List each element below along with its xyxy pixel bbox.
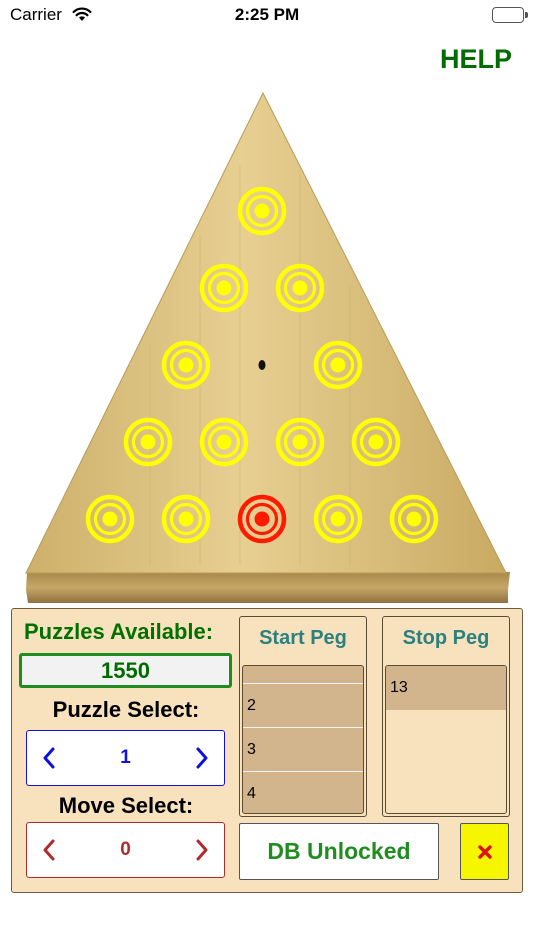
clear-button[interactable]	[460, 823, 509, 880]
target-peg[interactable]	[237, 494, 287, 544]
db-status-button[interactable]: DB Unlocked	[239, 823, 439, 880]
empty-hole[interactable]	[258, 360, 266, 370]
puzzle-select-stepper: 1	[26, 730, 225, 786]
board-base	[26, 572, 510, 603]
chevron-left-icon	[43, 747, 55, 769]
stop-peg-item[interactable]: 13	[386, 666, 506, 710]
peg[interactable]	[389, 494, 439, 544]
peg[interactable]	[123, 417, 173, 467]
status-bar: Carrier 2:25 PM	[0, 0, 534, 30]
peg[interactable]	[313, 340, 363, 390]
status-time: 2:25 PM	[234, 5, 300, 24]
peg[interactable]	[199, 263, 249, 313]
peg[interactable]	[275, 417, 325, 467]
peg[interactable]	[161, 340, 211, 390]
peg[interactable]	[237, 186, 287, 236]
start-peg-item[interactable]: 3	[243, 728, 363, 772]
stop-peg-title: Stop Peg	[402, 627, 490, 649]
puzzle-next-button[interactable]	[182, 731, 222, 785]
puzzle-prev-button[interactable]	[29, 731, 69, 785]
start-peg-column: Start Peg 2 3 4	[239, 616, 367, 817]
puzzle-select-value: 1	[120, 747, 131, 768]
stop-peg-column: Stop Peg 13	[382, 616, 510, 817]
peg[interactable]	[275, 263, 325, 313]
start-peg-item[interactable]: 4	[243, 772, 363, 813]
chevron-right-icon	[196, 839, 208, 861]
move-select-stepper: 0	[26, 822, 225, 878]
puzzle-select-label: Puzzle Select:	[52, 697, 200, 722]
start-peg-item[interactable]: 2	[243, 684, 363, 728]
start-peg-list[interactable]: 2 3 4	[242, 665, 364, 814]
peg[interactable]	[351, 417, 401, 467]
control-panel: Puzzles Available: 1550 Puzzle Select: 1…	[11, 608, 523, 893]
battery-icon	[492, 7, 528, 23]
move-next-button[interactable]	[182, 823, 222, 877]
move-prev-button[interactable]	[29, 823, 69, 877]
chevron-left-icon	[43, 839, 55, 861]
peg[interactable]	[199, 417, 249, 467]
move-select-label: Move Select:	[58, 793, 194, 818]
move-select-value: 0	[120, 839, 131, 860]
puzzles-available-label: Puzzles Available:	[24, 619, 214, 644]
peg[interactable]	[161, 494, 211, 544]
start-peg-title: Start Peg	[259, 627, 347, 649]
peg[interactable]	[85, 494, 135, 544]
peg[interactable]	[313, 494, 363, 544]
peg-board	[25, 91, 510, 603]
close-x-icon	[477, 844, 492, 859]
puzzles-available-count: 1550	[19, 653, 232, 688]
chevron-right-icon	[196, 747, 208, 769]
stop-peg-list[interactable]: 13	[385, 665, 507, 814]
help-button[interactable]: HELP	[440, 44, 512, 75]
list-item[interactable]	[243, 666, 363, 684]
